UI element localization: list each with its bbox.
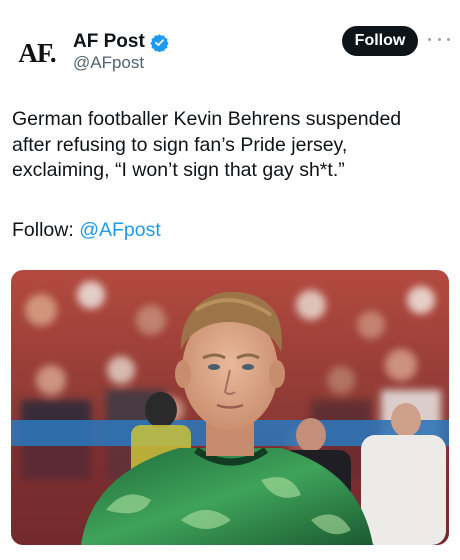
tweet-text-line: exclaiming, “I won’t sign that gay sh*t.… [12, 159, 345, 181]
tweet-photo[interactable] [11, 270, 449, 545]
follow-line: Follow: @AFpost [12, 218, 161, 243]
avatar[interactable]: AF. [12, 28, 62, 78]
tweet-text-line: German footballer Kevin Behrens suspende… [12, 108, 402, 130]
tweet-text: German footballer Kevin Behrens suspende… [12, 107, 442, 184]
tweet-text-line: after refusing to sign fan’s Pride jerse… [12, 133, 348, 156]
photo-illustration [11, 270, 449, 545]
follow-prefix: Follow: [12, 219, 80, 241]
display-name[interactable]: AF Post [73, 31, 145, 53]
user-handle[interactable]: @AFpost [73, 53, 144, 73]
mention-link[interactable]: @AFpost [79, 219, 161, 241]
tweet-header: AF. AF Post @AFpost Follow [0, 0, 460, 90]
more-options-icon[interactable] [428, 33, 450, 45]
verified-badge-icon [150, 33, 169, 52]
follow-button[interactable]: Follow [342, 26, 418, 56]
name-row: AF Post [73, 31, 169, 53]
avatar-logo-text: AF. [18, 37, 56, 68]
